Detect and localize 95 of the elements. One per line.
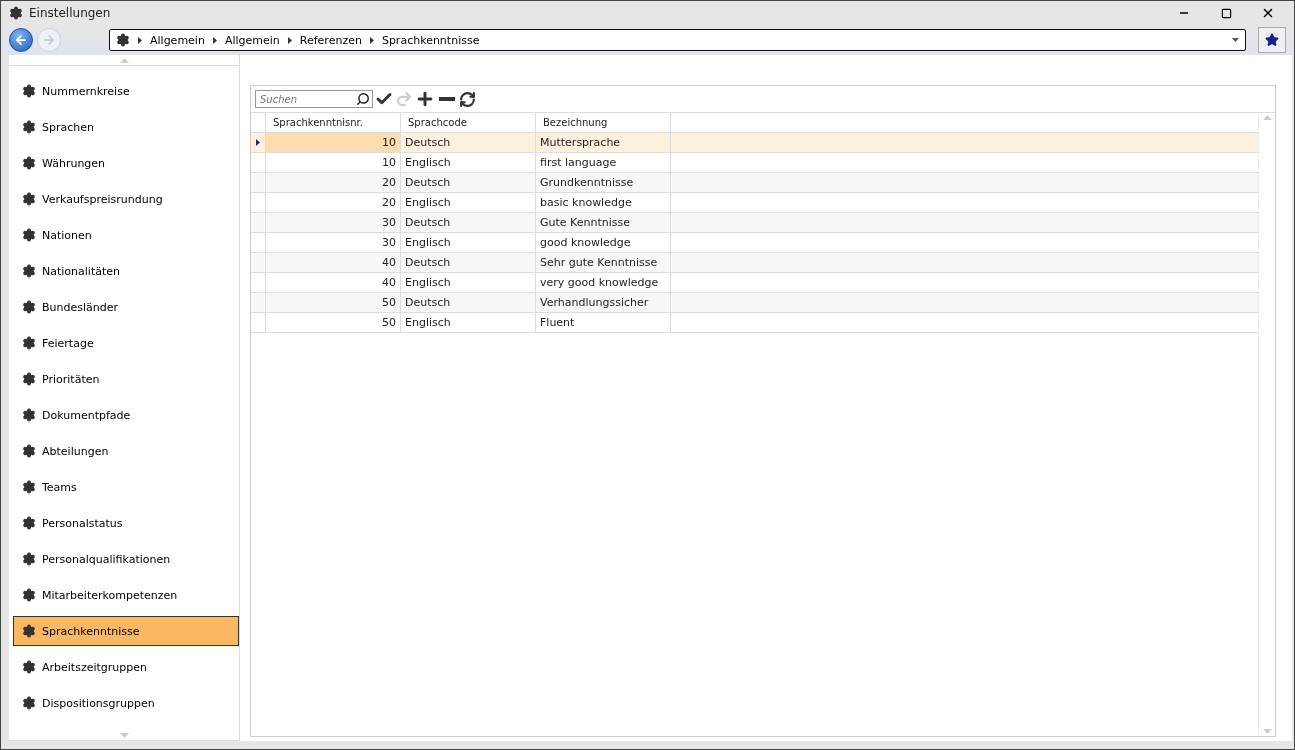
sidebar-item[interactable]: Nationen [13,220,239,250]
table-cell: 30 [265,212,401,233]
gear-icon [22,336,36,350]
plus-icon [415,89,435,109]
gear-icon [22,300,36,314]
gear-icon [22,228,36,242]
back-button[interactable] [9,28,33,52]
gear-icon [9,6,23,20]
table-cell: 40 [265,252,401,273]
table-cell: Grundkenntnisse [535,172,671,193]
star-icon [1265,33,1279,47]
row-pointer-icon [256,139,260,146]
table-cell: 10 [265,152,401,173]
gear-icon [22,624,36,638]
table-cell: 20 [265,192,401,213]
breadcrumb-link[interactable]: Referenzen [299,33,362,47]
sidebar-item[interactable]: Bundesländer [13,292,239,322]
table-cell: Englisch [400,272,536,293]
sidebar-item[interactable]: Sprachen [13,112,239,142]
gear-icon [22,444,36,458]
breadcrumb-link[interactable]: Sprachkenntnisse [381,33,480,47]
table-cell: 50 [265,312,401,333]
sidebar-item[interactable]: Dokumentpfade [13,400,239,430]
chevron-icon [138,36,142,44]
table-cell: 40 [265,272,401,293]
sidebar-item[interactable]: Nationalitäten [13,256,239,286]
close-icon [1261,6,1275,20]
gear-icon [22,372,36,386]
gear-icon [22,516,36,530]
gear-icon [22,480,36,494]
search-icon [356,92,370,106]
column-header[interactable]: Sprachkenntnisnr. [265,113,401,133]
search-field[interactable]: Suchen [255,90,373,108]
minus-icon [439,97,455,101]
sidebar-item[interactable]: Feiertage [13,328,239,358]
gear-icon [22,84,36,98]
table-cell: 30 [265,232,401,253]
chevron-icon [212,36,217,44]
table-cell: Deutsch [400,132,536,153]
table-cell: basic knowledge [535,192,671,213]
gear-icon [22,660,36,674]
breadcrumb-link[interactable]: Allgemein [150,33,205,47]
table-cell: first language [535,152,671,173]
sidebar-item[interactable]: Personalstatus [13,508,239,538]
table-cell: 50 [265,292,401,313]
table-cell: Englisch [400,152,536,173]
chevron-icon [369,36,374,44]
undo-icon [395,90,413,108]
refresh-button[interactable] [459,90,476,108]
gear-icon [22,588,36,602]
table-cell: Deutsch [400,172,536,193]
sidebar-item[interactable]: Sprachkenntnisse [13,616,239,646]
column-header[interactable]: Bezeichnung [535,113,671,133]
table-cell: good knowledge [535,232,671,253]
table-cell: Englisch [400,232,536,253]
add-button[interactable] [415,89,435,109]
gear-icon [22,192,36,206]
sidebar-item[interactable]: Teams [13,472,239,502]
gear-icon [22,120,36,134]
chevron-icon [287,36,292,44]
gear-icon [22,552,36,566]
table-cell: Deutsch [400,212,536,233]
window-title: Einstellungen [29,6,112,20]
sidebar-item[interactable]: Prioritäten [13,364,239,394]
gear-icon [116,33,130,47]
refresh-icon [459,90,476,108]
sidebar-item[interactable]: Dispositionsgruppen [13,688,239,718]
sidebar-item[interactable]: Mitarbeiterkompetenzen [13,580,239,610]
sidebar-item[interactable]: Abteilungen [13,436,239,466]
maximize-icon [1220,7,1232,19]
sidebar-item[interactable]: Personalqualifikationen [13,544,239,574]
favorite-button[interactable] [1258,27,1286,53]
sidebar-item[interactable]: Nummernkreise [13,76,239,106]
gear-icon [22,156,36,170]
column-header[interactable]: Sprachcode [400,113,536,133]
table-cell: Englisch [400,312,536,333]
table-cell: Gute Kenntnisse [535,212,671,233]
dropdown-caret-icon[interactable] [1232,38,1239,42]
gear-icon [22,264,36,278]
sidebar-item[interactable]: Verkaufspreisrundung [13,184,239,214]
sidebar-item[interactable]: Arbeitszeitgruppen [13,652,239,682]
gear-icon [22,408,36,422]
table-cell: Sehr gute Kenntnisse [535,252,671,273]
breadcrumb-link[interactable]: Allgemein [224,33,280,47]
table-cell: Deutsch [400,252,536,273]
table-cell: very good knowledge [535,272,671,293]
table-cell: Verhandlungssicher [535,292,671,313]
table-cell: Englisch [400,192,536,213]
gear-icon [22,696,36,710]
table-cell: 20 [265,172,401,193]
table-cell: Fluent [535,312,671,333]
table-cell: Muttersprache [535,132,671,153]
sidebar-item[interactable]: Währungen [13,148,239,178]
table-cell: Deutsch [400,292,536,313]
right-arrow-icon [42,33,56,47]
